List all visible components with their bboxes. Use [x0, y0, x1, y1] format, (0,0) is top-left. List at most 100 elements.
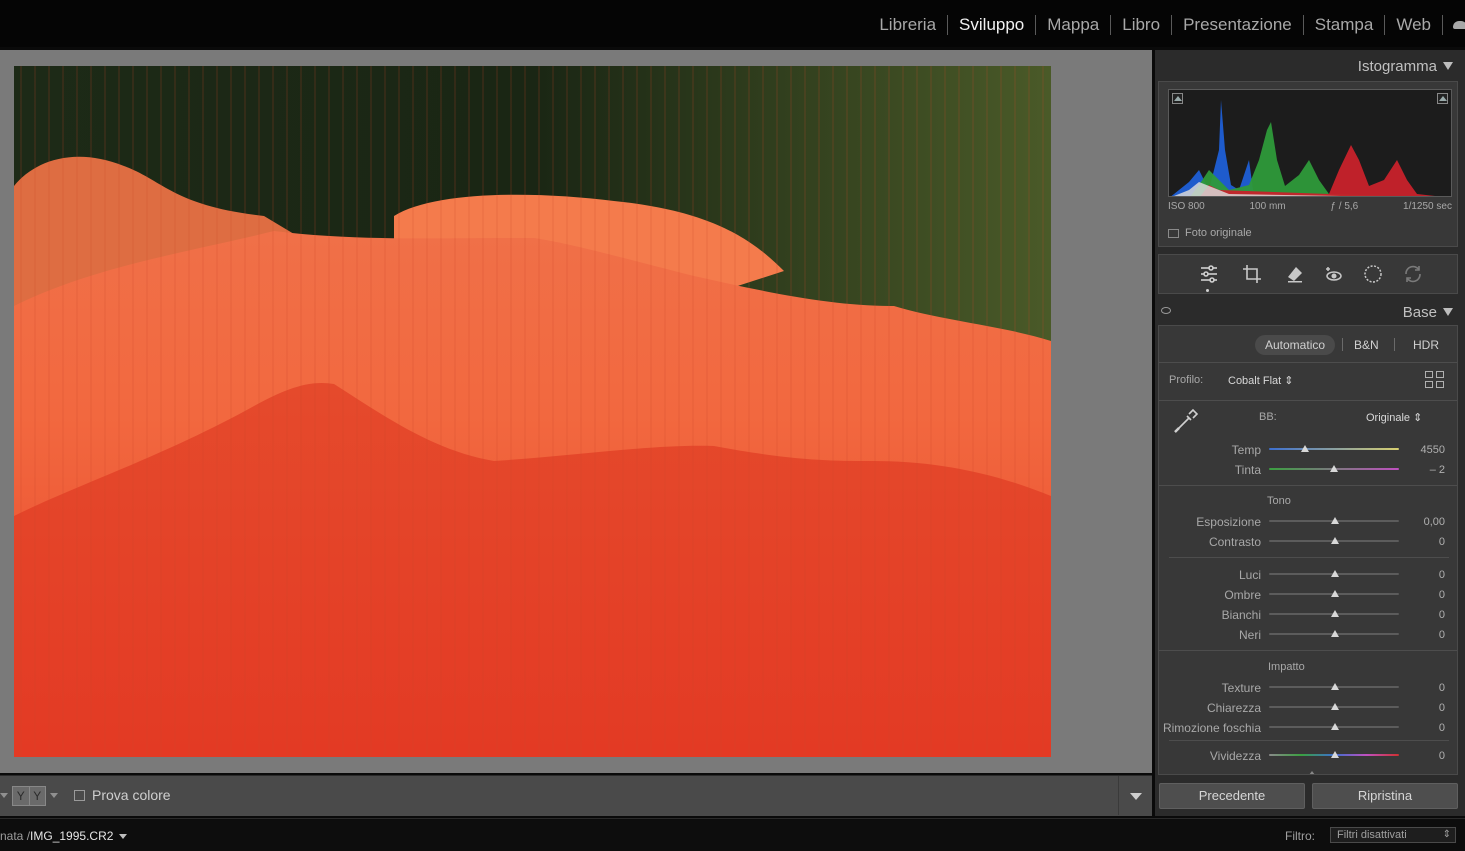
shadows-label: Ombre [1224, 588, 1261, 602]
module-libro[interactable]: Libro [1111, 12, 1171, 38]
vibrance-value[interactable]: 0 [1405, 750, 1445, 762]
highlights-label: Luci [1238, 568, 1261, 582]
exposure-slider-thumb[interactable] [1331, 517, 1339, 524]
edit-sliders-icon[interactable] [1197, 262, 1221, 286]
tint-label: Tinta [1234, 463, 1261, 477]
chevron-down-icon[interactable] [50, 793, 58, 798]
histogram-curves [1171, 100, 1435, 196]
previous-button[interactable]: Precedente [1159, 783, 1305, 809]
tint-slider-thumb[interactable] [1330, 465, 1338, 472]
divider [1159, 485, 1457, 486]
highlights-value[interactable]: 0 [1405, 569, 1445, 581]
profile-browser-icon[interactable] [1425, 371, 1445, 389]
tone-section-title: Tono [1267, 495, 1291, 507]
before-after-view-button[interactable]: Y Y [12, 786, 46, 806]
texture-label: Texture [1221, 681, 1261, 695]
chevron-down-icon[interactable] [0, 793, 8, 798]
reset-button[interactable]: Ripristina [1312, 783, 1458, 809]
chevron-down-icon[interactable] [119, 834, 128, 840]
module-libreria[interactable]: Libreria [868, 12, 947, 38]
scroll-indicator-icon[interactable] [1309, 771, 1315, 774]
image-canvas[interactable] [0, 50, 1152, 773]
dehaze-value[interactable]: 0 [1405, 722, 1445, 734]
lightroom-develop-window: Libreria Sviluppo Mappa Libro Presentazi… [0, 0, 1465, 851]
temp-slider-thumb[interactable] [1301, 445, 1309, 452]
crop-icon[interactable] [1240, 262, 1264, 286]
heal-eraser-icon[interactable] [1283, 262, 1307, 286]
right-panel: Istogramma ISO 800 100 mm ƒ / 5,6 1/1250… [1155, 50, 1465, 816]
shadows-value[interactable]: 0 [1405, 589, 1445, 601]
divider [1159, 650, 1457, 651]
module-mappa[interactable]: Mappa [1036, 12, 1110, 38]
whites-value[interactable]: 0 [1405, 609, 1445, 621]
collapse-triangle-icon[interactable] [1443, 62, 1453, 70]
module-presentazione[interactable]: Presentazione [1172, 12, 1303, 38]
highlights-slider-thumb[interactable] [1331, 570, 1339, 577]
module-sviluppo[interactable]: Sviluppo [948, 12, 1035, 38]
vibrance-slider-thumb[interactable] [1331, 751, 1339, 758]
highlight-clipping-icon[interactable] [1437, 93, 1448, 104]
histogram-header[interactable]: Istogramma [1155, 52, 1461, 80]
redeye-icon[interactable] [1322, 262, 1346, 286]
clarity-value[interactable]: 0 [1405, 702, 1445, 714]
module-stampa[interactable]: Stampa [1304, 12, 1385, 38]
whites-slider-thumb[interactable] [1331, 610, 1339, 617]
clarity-label: Chiarezza [1206, 701, 1261, 715]
contrast-slider-thumb[interactable] [1331, 537, 1339, 544]
collapse-triangle-icon[interactable] [1443, 308, 1453, 316]
profile-select[interactable]: Cobalt Flat ⇕ [1228, 374, 1293, 387]
blacks-value[interactable]: 0 [1405, 629, 1445, 641]
whites-label: Bianchi [1221, 608, 1261, 622]
active-tool-indicator [1206, 289, 1209, 292]
treatment-bw-button[interactable]: B&N [1344, 335, 1389, 355]
wb-select[interactable]: Originale ⇕ [1366, 411, 1422, 424]
filter-label: Filtro: [1285, 829, 1315, 843]
image-toolbar: Y Y [0, 775, 1152, 816]
texture-slider-thumb[interactable] [1331, 683, 1339, 690]
module-web[interactable]: Web [1385, 12, 1442, 38]
mask-icon[interactable] [1361, 262, 1385, 286]
eye-icon[interactable] [1161, 307, 1171, 314]
tint-value[interactable]: – 2 [1405, 464, 1445, 476]
divider [1169, 740, 1449, 741]
wb-label: BB: [1259, 411, 1277, 423]
focal-length-value: 100 mm [1249, 201, 1286, 212]
blacks-slider-thumb[interactable] [1331, 630, 1339, 637]
treatment-auto-button[interactable]: Automatico [1255, 335, 1336, 355]
histogram-panel: ISO 800 100 mm ƒ / 5,6 1/1250 sec Foto o… [1158, 81, 1458, 247]
treatment-separator [1342, 338, 1343, 351]
presets-icon[interactable] [1401, 262, 1425, 286]
exposure-value[interactable]: 0,00 [1405, 516, 1445, 528]
filter-select[interactable]: Filtri disattivati [1330, 827, 1456, 843]
profile-label: Profilo: [1169, 374, 1204, 386]
temp-value[interactable]: 4550 [1405, 444, 1445, 456]
dehaze-slider-thumb[interactable] [1331, 723, 1339, 730]
treatment-hdr-button[interactable]: HDR [1403, 335, 1449, 355]
base-panel-title: Base [1402, 304, 1437, 321]
base-panel: Automatico B&N HDR Profilo: Cobalt Flat … [1158, 325, 1458, 775]
contrast-label: Contrasto [1208, 535, 1261, 549]
divider [1159, 362, 1457, 363]
texture-value[interactable]: 0 [1405, 682, 1445, 694]
shadow-clipping-icon[interactable] [1172, 93, 1183, 104]
original-photo-toggle[interactable]: Foto originale [1168, 227, 1252, 239]
temp-label: Temp [1231, 443, 1261, 457]
aperture-value: ƒ / 5,6 [1330, 201, 1359, 212]
original-photo-checkbox[interactable] [1168, 228, 1179, 238]
temp-slider-track[interactable] [1269, 448, 1399, 450]
wb-eyedropper-icon[interactable] [1169, 406, 1201, 438]
contrast-value[interactable]: 0 [1405, 536, 1445, 548]
shadows-slider-thumb[interactable] [1331, 590, 1339, 597]
soft-proof-checkbox[interactable] [74, 790, 85, 801]
cloud-icon[interactable] [1443, 12, 1465, 38]
soft-proof-label: Prova colore [92, 787, 171, 803]
module-picker: Libreria Sviluppo Mappa Libro Presentazi… [868, 12, 1465, 38]
clarity-slider-thumb[interactable] [1331, 703, 1339, 710]
base-panel-header[interactable]: Base [1155, 298, 1461, 326]
presence-section-title: Impatto [1268, 661, 1305, 673]
photo-preview[interactable] [14, 66, 1051, 757]
file-path[interactable]: nata /IMG_1995.CR2 [0, 829, 128, 843]
histogram-graph[interactable] [1168, 89, 1452, 197]
toolbar-menu-button[interactable] [1118, 776, 1152, 815]
exposure-label: Esposizione [1196, 515, 1261, 529]
